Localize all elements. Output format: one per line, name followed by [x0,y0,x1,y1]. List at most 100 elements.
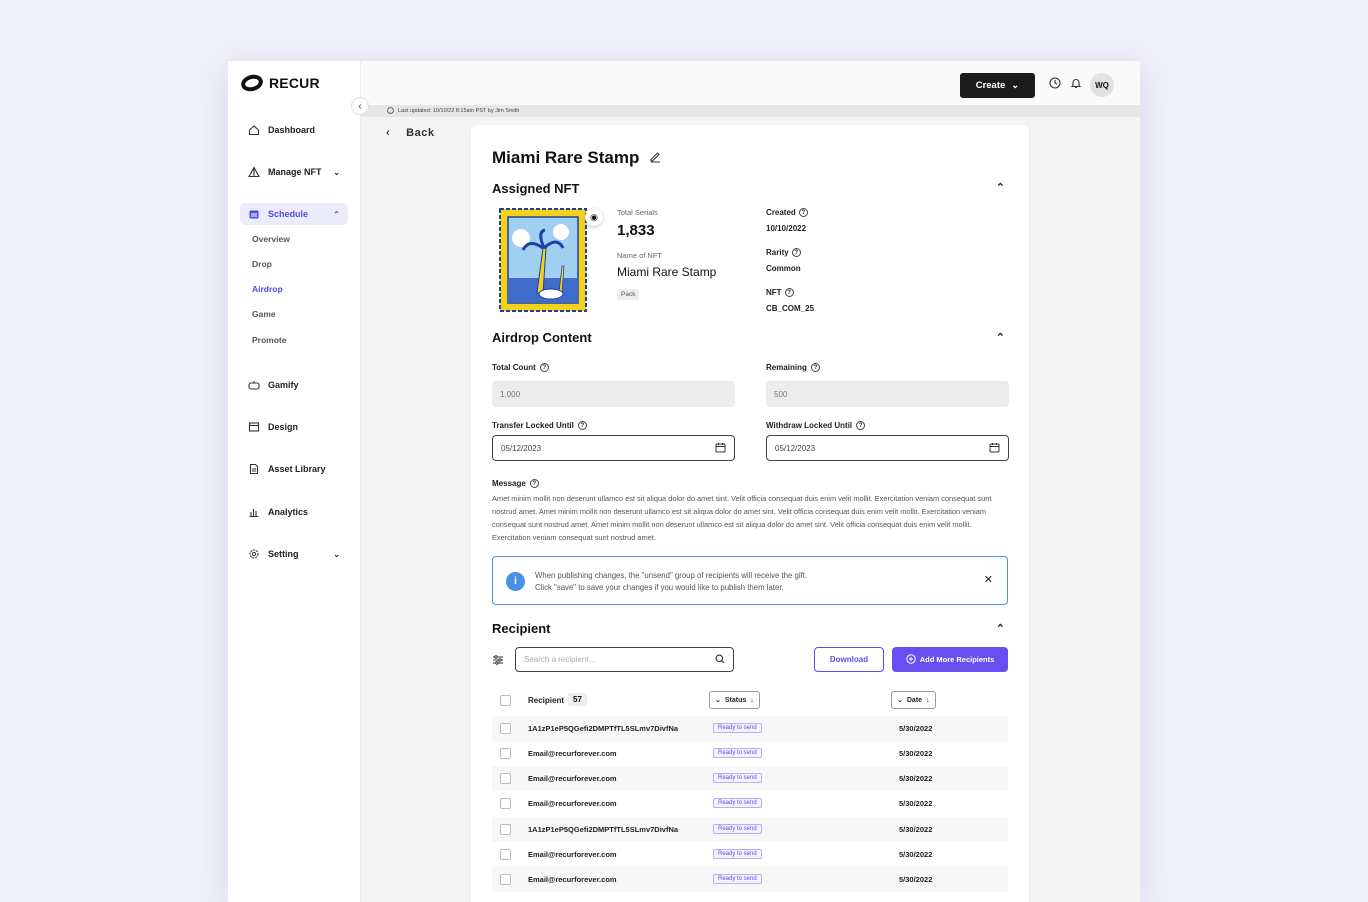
info-line: When publishing changes, the "unsend" gr… [535,571,808,580]
col-status: Status [724,696,747,704]
nft-stamp-image [499,208,587,312]
rarity-label-text: Rarity [766,248,789,257]
nft-name-value: Miami Rare Stamp [617,265,717,279]
chevron-down-icon: ⌄ [333,167,340,177]
create-button[interactable]: Create ⌄ [960,73,1035,98]
nft-name-label: Name of NFT [617,251,663,260]
eye-icon[interactable]: ◉ [585,208,603,226]
section-title-recipient: Recipient [492,621,551,636]
table-row[interactable]: Email@recurforever.com Ready to send 5/3… [492,867,1008,892]
add-more-label: Add More Recipients [919,655,995,664]
sidebar-item-dashboard[interactable]: Dashboard [240,119,348,141]
status-sort-control[interactable]: ⌄ Status ↓ [709,691,760,709]
table-row[interactable]: Email@recurforever.com Ready to send 5/3… [492,791,1008,816]
calendar-icon [248,208,260,220]
sidebar-subitem-promote[interactable]: Promote [252,335,286,345]
search-icon[interactable] [715,654,725,666]
help-icon[interactable]: ? [577,421,587,430]
sidebar-item-label: Schedule [268,209,309,219]
calendar-icon[interactable] [715,442,726,455]
recipient-cell: Email@recurforever.com [528,850,617,859]
nft-id-label-text: NFT [766,288,782,297]
close-icon[interactable]: ✕ [984,573,993,586]
select-all-checkbox[interactable] [500,695,511,706]
row-checkbox[interactable] [500,849,511,860]
help-icon[interactable]: ? [798,208,808,217]
chevron-up-icon[interactable]: ⌃ [996,331,1005,344]
help-icon[interactable]: ? [529,479,539,488]
help-icon[interactable]: ? [784,288,794,297]
withdraw-locked-label-text: Withdraw Locked Until [766,421,853,430]
section-title-assigned-nft: Assigned NFT [492,181,580,196]
clock-icon[interactable] [1049,77,1061,92]
row-checkbox[interactable] [500,773,511,784]
sidebar-subitem-airdrop[interactable]: Airdrop [252,284,283,294]
sidebar-item-setting[interactable]: Setting ⌄ [240,543,348,565]
chevron-down-icon: ⌄ [1011,80,1020,91]
sidebar-item-schedule[interactable]: Schedule ⌃ [240,203,348,225]
download-button[interactable]: Download [814,647,884,672]
info-notice: i When publishing changes, the "unsend" … [492,556,1008,605]
sidebar-subitem-overview[interactable]: Overview [252,234,290,244]
recipient-count-badge: 57 [568,693,587,706]
message-label: Message? [492,479,539,488]
sidebar-collapse-button[interactable]: ‹ [351,97,369,115]
add-more-recipients-button[interactable]: Add More Recipients [892,647,1008,672]
sidebar-item-design[interactable]: Design [240,416,348,438]
recipient-search-input[interactable]: Search a recipient... [515,647,734,672]
sidebar-item-label: Analytics [268,507,309,517]
sidebar-item-asset-library[interactable]: Asset Library [240,458,348,480]
main-content: ‹ Back Miami Rare Stamp Assigned NFT ⌃ ◉… [361,117,1140,902]
status-badge: Ready to send [713,824,762,834]
row-checkbox[interactable] [500,824,511,835]
transfer-locked-label-text: Transfer Locked Until [492,421,574,430]
chevron-up-icon[interactable]: ⌃ [996,181,1005,194]
rarity-label: Rarity? [766,248,801,257]
filter-sliders-icon[interactable] [492,654,504,669]
info-icon: i [506,572,525,591]
page-title-text: Miami Rare Stamp [492,148,640,167]
back-button[interactable]: ‹ Back [386,127,434,139]
table-row[interactable]: 1A1zP1eP5QGefi2DMPTfTL5SLmv7DivfNa Ready… [492,817,1008,842]
plus-circle-icon [906,653,916,666]
table-row[interactable]: Email@recurforever.com Ready to send 5/3… [492,741,1008,766]
bell-icon[interactable] [1070,77,1082,92]
sidebar-item-gamify[interactable]: Gamify [240,374,348,396]
calendar-icon[interactable] [989,442,1000,455]
created-label-text: Created [766,208,796,217]
help-icon[interactable]: ? [791,248,801,257]
date-sort-control[interactable]: ⌄ Date ↓ [891,691,936,709]
message-text[interactable]: Amet minim mollit non deserunt ullamco e… [492,492,1008,544]
help-icon[interactable]: ? [856,421,866,430]
help-icon[interactable]: ? [810,363,820,372]
sidebar-item-manage-nft[interactable]: Manage NFT ⌄ [240,161,348,183]
row-checkbox[interactable] [500,723,511,734]
status-badge: Ready to send [713,748,762,758]
sidebar-subitem-game[interactable]: Game [252,309,276,319]
sidebar: RECUR Dashboard Manage NFT ⌄ Schedule ⌃ … [228,61,361,902]
sidebar-item-label: Dashboard [268,125,316,135]
help-icon[interactable]: ? [539,363,549,372]
brand-logo[interactable]: RECUR [239,72,320,94]
recipient-cell: Email@recurforever.com [528,799,617,808]
recipient-cell: Email@recurforever.com [528,749,617,758]
withdraw-locked-date-field[interactable]: 05/12/2023 [766,435,1009,461]
row-checkbox[interactable] [500,874,511,885]
sidebar-subitem-drop[interactable]: Drop [252,259,272,269]
row-checkbox[interactable] [500,798,511,809]
chevron-down-icon: ⌄ [897,697,903,704]
table-row[interactable]: 1A1zP1eP5QGefi2DMPTfTL5SLmv7DivfNa Ready… [492,716,1008,741]
edit-pencil-icon[interactable] [649,148,662,168]
transfer-locked-date-field[interactable]: 05/12/2023 [492,435,735,461]
chevron-up-icon[interactable]: ⌃ [996,622,1005,635]
table-row[interactable]: Email@recurforever.com Ready to send 5/3… [492,842,1008,867]
sidebar-item-analytics[interactable]: Analytics [240,501,348,523]
date-cell: 5/30/2022 [899,875,933,884]
row-checkbox[interactable] [500,748,511,759]
table-row[interactable]: Email@recurforever.com Ready to send 5/3… [492,766,1008,791]
date-cell: 5/30/2022 [899,799,933,808]
layout-icon [248,421,260,433]
date-cell: 5/30/2022 [899,724,933,733]
avatar[interactable]: WQ [1090,73,1114,97]
remaining-field: 500 [766,381,1009,407]
